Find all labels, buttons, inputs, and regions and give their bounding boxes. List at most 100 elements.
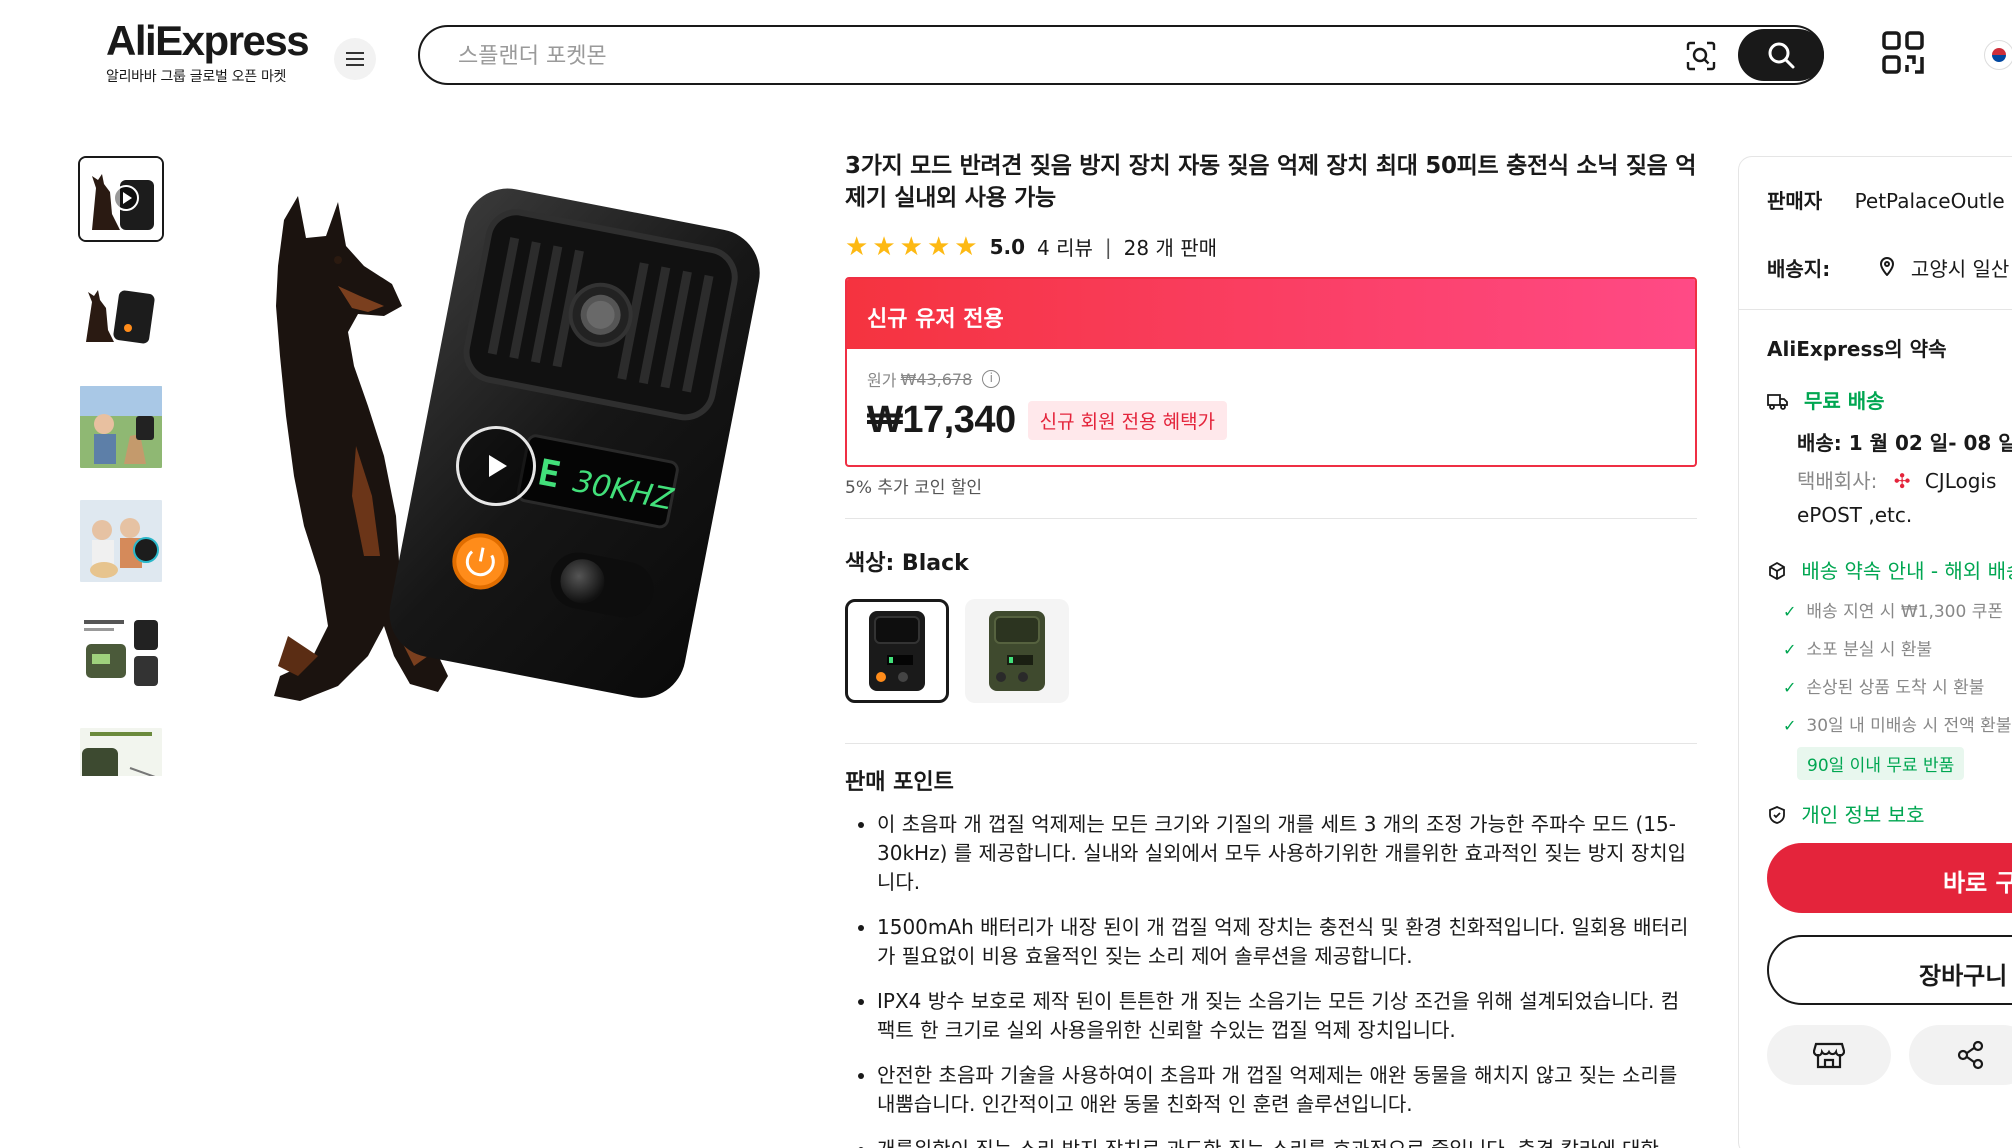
- guarantee-text: 손상된 상품 도착 시 환불: [1806, 678, 1985, 698]
- purchase-sidebar: 판매자 PetPalaceOutle 배송지: 고양시 일산 AliExpres…: [1738, 156, 2012, 1148]
- logo-wordmark: AliExpress: [106, 17, 310, 64]
- hamburger-icon: [346, 58, 364, 60]
- thumbnail-image: [80, 614, 162, 696]
- selling-points-list: 이 초음파 개 껍질 억제제는 모든 크기와 기질의 개를 세트 3 개의 조정…: [845, 810, 1697, 1148]
- check-icon: ✓: [1783, 716, 1797, 735]
- free-shipping-row: 무료 배송: [1767, 385, 1885, 414]
- price-row: ₩17,340 신규 회원 전용 혜택가: [867, 399, 1675, 442]
- korea-flag-icon[interactable]: [1984, 40, 2012, 70]
- thumbnail-6[interactable]: [78, 726, 164, 776]
- rating-separator: |: [1104, 234, 1112, 259]
- thumbnail-2[interactable]: [78, 270, 164, 356]
- buy-now-button[interactable]: 바로 구매: [1767, 843, 2012, 913]
- rating-row: ★ ★ ★ ★ ★ 5.0 4 리뷰 | 28 개 판매: [845, 232, 1697, 261]
- main-product-image[interactable]: E 30KHZ: [188, 156, 808, 776]
- seller-label: 판매자: [1767, 189, 1823, 213]
- swatch-image: [869, 611, 925, 691]
- location-pin-icon: [1879, 257, 1901, 281]
- thumbnail-image: [80, 728, 162, 776]
- guarantee-text: 소포 분실 시 환불: [1806, 640, 1933, 660]
- image-search-button[interactable]: [1682, 37, 1720, 75]
- original-price-label: 원가: [867, 371, 897, 390]
- share-icon: [1957, 1040, 1984, 1070]
- divider: [1739, 309, 2012, 310]
- thumbnail-4[interactable]: [78, 498, 164, 584]
- add-to-cart-button[interactable]: 장바구니 담기: [1767, 935, 2012, 1005]
- price-badge: 신규 회원 전용 혜택가: [1027, 401, 1228, 440]
- star-icon: ★: [872, 231, 896, 262]
- color-swatch-green[interactable]: [965, 599, 1069, 703]
- guarantee-item: ✓ 30일 내 미배송 시 전액 환불: [1783, 711, 2011, 736]
- ship-to-label: 배송지:: [1767, 257, 1831, 281]
- color-label: 색상: Black: [845, 551, 969, 576]
- courier-logo-icon: ✣: [1893, 469, 1911, 493]
- guarantee-item: ✓ 소포 분실 시 환불: [1783, 635, 1932, 660]
- logo-tagline: 알리바바 그룹 글로벌 오픈 마켓: [106, 69, 287, 85]
- guarantee-item: ✓ 배송 지연 시 ₩1,300 쿠폰: [1783, 597, 2003, 622]
- sold-count: 28 개 판매: [1123, 236, 1218, 260]
- delivery-date-text: 배송: 1 월 02 일- 08 일: [1797, 431, 2012, 455]
- selling-point: IPX4 방수 보호로 제작 된이 튼튼한 개 짖는 소음기는 모든 기상 조건…: [877, 987, 1697, 1045]
- privacy-link[interactable]: 개인 정보 보호: [1767, 799, 1924, 828]
- courier-row: 택배회사: ✣ CJLogis: [1797, 465, 1996, 494]
- divider: [845, 743, 1697, 744]
- star-icon: ★: [845, 231, 869, 262]
- check-icon: ✓: [1783, 640, 1797, 659]
- share-button[interactable]: [1909, 1025, 2012, 1085]
- check-icon: ✓: [1783, 602, 1797, 621]
- star-icon: ★: [954, 231, 978, 262]
- search-button[interactable]: [1738, 29, 1824, 81]
- aliexpress-logo[interactable]: AliExpress 알리바바 그룹 글로벌 오픈 마켓: [106, 17, 310, 86]
- color-swatches: [845, 599, 1697, 703]
- check-icon: ✓: [1783, 678, 1797, 697]
- thumbnail-video[interactable]: [78, 156, 164, 242]
- thumbnail-image: [80, 272, 162, 354]
- promo-header: 신규 유저 전용: [847, 279, 1695, 349]
- color-swatch-black[interactable]: [845, 599, 949, 703]
- courier-more: ePOST ,etc.: [1797, 503, 1913, 527]
- new-user-promo-box: 신규 유저 전용 원가 ₩43,678 i ₩17,340 신규 회원 전용 혜…: [845, 277, 1697, 467]
- product-title: 3가지 모드 반려견 짖음 방지 장치 자동 짖음 억제 장치 최대 50피트 …: [845, 153, 1697, 211]
- star-icon: ★: [926, 231, 951, 262]
- qr-code-icon: [1882, 31, 1924, 74]
- thumbnail-list: [78, 156, 168, 776]
- guarantee-text: 배송 지연 시 ₩1,300 쿠폰: [1806, 602, 2003, 622]
- rating-stars: ★ ★ ★ ★ ★: [845, 234, 978, 260]
- divider: [845, 518, 1697, 519]
- promise-title-text: AliExpress의 약속: [1767, 337, 1947, 361]
- shield-check-icon: [1769, 806, 1785, 824]
- store-button[interactable]: [1767, 1025, 1891, 1085]
- selling-point: 이 초음파 개 껍질 억제제는 모든 크기와 기질의 개를 세트 3 개의 조정…: [877, 810, 1697, 897]
- thumbnail-image: [80, 500, 162, 582]
- seller-row: 판매자 PetPalaceOutle: [1767, 185, 2005, 214]
- truck-icon: [1767, 394, 1788, 410]
- selling-point: 1500mAh 배터리가 내장 된이 개 껍질 억제 장치는 충전식 및 환경 …: [877, 913, 1697, 971]
- promo-body: 원가 ₩43,678 i ₩17,340 신규 회원 전용 혜택가: [847, 349, 1695, 460]
- selling-points-title: 판매 포인트: [845, 770, 954, 795]
- thumbnail-3[interactable]: [78, 384, 164, 470]
- info-icon[interactable]: i: [982, 370, 1001, 388]
- current-price: ₩17,340: [867, 399, 1016, 441]
- ship-to-row: 배송지: 고양시 일산: [1767, 253, 2009, 282]
- qr-code-button[interactable]: [1880, 30, 1926, 76]
- menu-button[interactable]: [334, 38, 376, 80]
- review-count-link[interactable]: 4 리뷰: [1037, 232, 1093, 261]
- thumbnail-image: [80, 158, 162, 240]
- original-price: ₩43,678: [900, 369, 973, 389]
- free-return-badge: 90일 이내 무료 반품: [1797, 747, 1965, 780]
- free-shipping-label: 무료 배송: [1803, 389, 1885, 413]
- play-video-button[interactable]: [456, 426, 536, 506]
- seller-name-link[interactable]: PetPalaceOutle: [1855, 189, 2005, 213]
- rating-value: 5.0: [989, 234, 1025, 259]
- promise-title: AliExpress의 약속: [1767, 333, 1946, 362]
- courier-name: CJLogis: [1924, 469, 1997, 493]
- guarantee-text: 30일 내 미배송 시 전액 환불: [1806, 716, 2012, 736]
- top-header: AliExpress 알리바바 그룹 글로벌 오픈 마켓: [0, 0, 2012, 110]
- search-input[interactable]: [458, 39, 1658, 73]
- thumbnail-5[interactable]: [78, 612, 164, 698]
- selling-point: 안전한 초음파 기술을 사용하여이 초음파 개 껍질 억제제는 애완 동물을 해…: [877, 1061, 1697, 1119]
- delivery-promise-link[interactable]: 배송 약속 안내 - 해외 배송: [1767, 555, 2012, 584]
- coin-discount: 5% 추가 코인 할인: [845, 478, 983, 498]
- ship-to-location[interactable]: 고양시 일산: [1911, 257, 2009, 281]
- search-bar: [418, 25, 1824, 85]
